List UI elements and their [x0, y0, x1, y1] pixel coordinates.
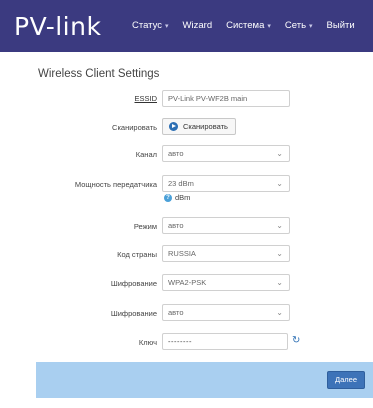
top-navbar: PV-link Статус ▾ Wizard Система ▾ Сеть ▾ Вы… [0, 0, 373, 52]
scan-button[interactable]: Сканировать [162, 118, 236, 135]
chevron-down-icon: ⌄ [276, 179, 283, 188]
tx-power-hint: ? dBm [164, 193, 190, 202]
encryption-value: WPA2-PSK [168, 278, 207, 287]
menu-network-label: Сеть [284, 20, 307, 31]
cipher-select[interactable]: авто ⌄ [162, 304, 290, 321]
country-row: Код страны RUSSIA ⌄ [0, 245, 373, 265]
tx-power-hint-text: dBm [175, 193, 191, 202]
essid-input[interactable]: PV-Link PV-WF2B main [162, 90, 290, 107]
footer-bar: Далее [36, 362, 373, 398]
page-title: Wireless Client Settings [38, 68, 160, 80]
next-button[interactable]: Далее [327, 371, 365, 389]
brand-logo[interactable]: PV-link [14, 12, 101, 41]
menu-status[interactable]: Статус ▾ [132, 20, 169, 31]
encryption-row: Шифрование WPA2-PSK ⌄ [0, 274, 373, 294]
tx-power-label: Мощность передатчика [74, 180, 157, 189]
scan-row: Сканировать Сканировать [0, 118, 373, 138]
channel-label: Канал [135, 150, 157, 159]
encryption-select[interactable]: WPA2-PSK ⌄ [162, 274, 290, 291]
menu-logout[interactable]: Выйти [327, 20, 355, 31]
caret-down-icon: ▾ [309, 22, 313, 30]
mode-label: Режим [133, 222, 157, 231]
cipher-value: авто [168, 308, 184, 317]
chevron-down-icon: ⌄ [276, 308, 283, 317]
play-circle-icon [169, 122, 178, 131]
refresh-icon[interactable]: ↻ [292, 335, 300, 346]
essid-label: ESSID [134, 94, 157, 103]
menu-system[interactable]: Система ▾ [226, 20, 271, 31]
chevron-down-icon: ⌄ [276, 278, 283, 287]
caret-down-icon: ▾ [165, 22, 169, 30]
country-label: Код страны [117, 250, 157, 259]
country-select[interactable]: RUSSIA ⌄ [162, 245, 290, 262]
chevron-down-icon: ⌄ [276, 149, 283, 158]
chevron-down-icon: ⌄ [276, 221, 283, 230]
channel-value: авто [168, 149, 184, 158]
essid-row: ESSID PV-Link PV-WF2B main [0, 90, 373, 110]
key-label: Ключ [138, 338, 157, 347]
mode-select[interactable]: авто ⌄ [162, 217, 290, 234]
menu-status-label: Статус [132, 20, 163, 31]
scan-label: Сканировать [112, 123, 157, 132]
cipher-label: Шифрование [110, 309, 157, 318]
key-row: Ключ -------- ↻ [0, 333, 373, 353]
menu-wizard[interactable]: Wizard [183, 20, 213, 31]
encryption-label: Шифрование [110, 279, 157, 288]
tx-power-select[interactable]: 23 dBm ⌄ [162, 175, 290, 192]
mode-row: Режим авто ⌄ [0, 217, 373, 237]
menu-wizard-label: Wizard [182, 20, 213, 31]
menu-network[interactable]: Сеть ▾ [285, 20, 313, 31]
tx-power-row: Мощность передатчика 23 dBm ⌄ ? dBm [0, 175, 373, 202]
menu-logout-label: Выйти [326, 20, 355, 31]
channel-select[interactable]: авто ⌄ [162, 145, 290, 162]
question-circle-icon: ? [164, 193, 172, 202]
cipher-row: Шифрование авто ⌄ [0, 304, 373, 324]
country-value: RUSSIA [168, 249, 196, 258]
chevron-down-icon: ⌄ [276, 249, 283, 258]
menu-system-label: Система [226, 20, 265, 31]
mode-value: авто [168, 221, 184, 230]
key-input[interactable]: -------- [162, 333, 288, 350]
scan-button-label: Сканировать [183, 122, 228, 131]
tx-power-value: 23 dBm [168, 179, 194, 188]
channel-row: Канал авто ⌄ [0, 145, 373, 165]
caret-down-icon: ▾ [267, 22, 271, 30]
main-menu: Статус ▾ Wizard Система ▾ Сеть ▾ Выйти [132, 20, 369, 31]
